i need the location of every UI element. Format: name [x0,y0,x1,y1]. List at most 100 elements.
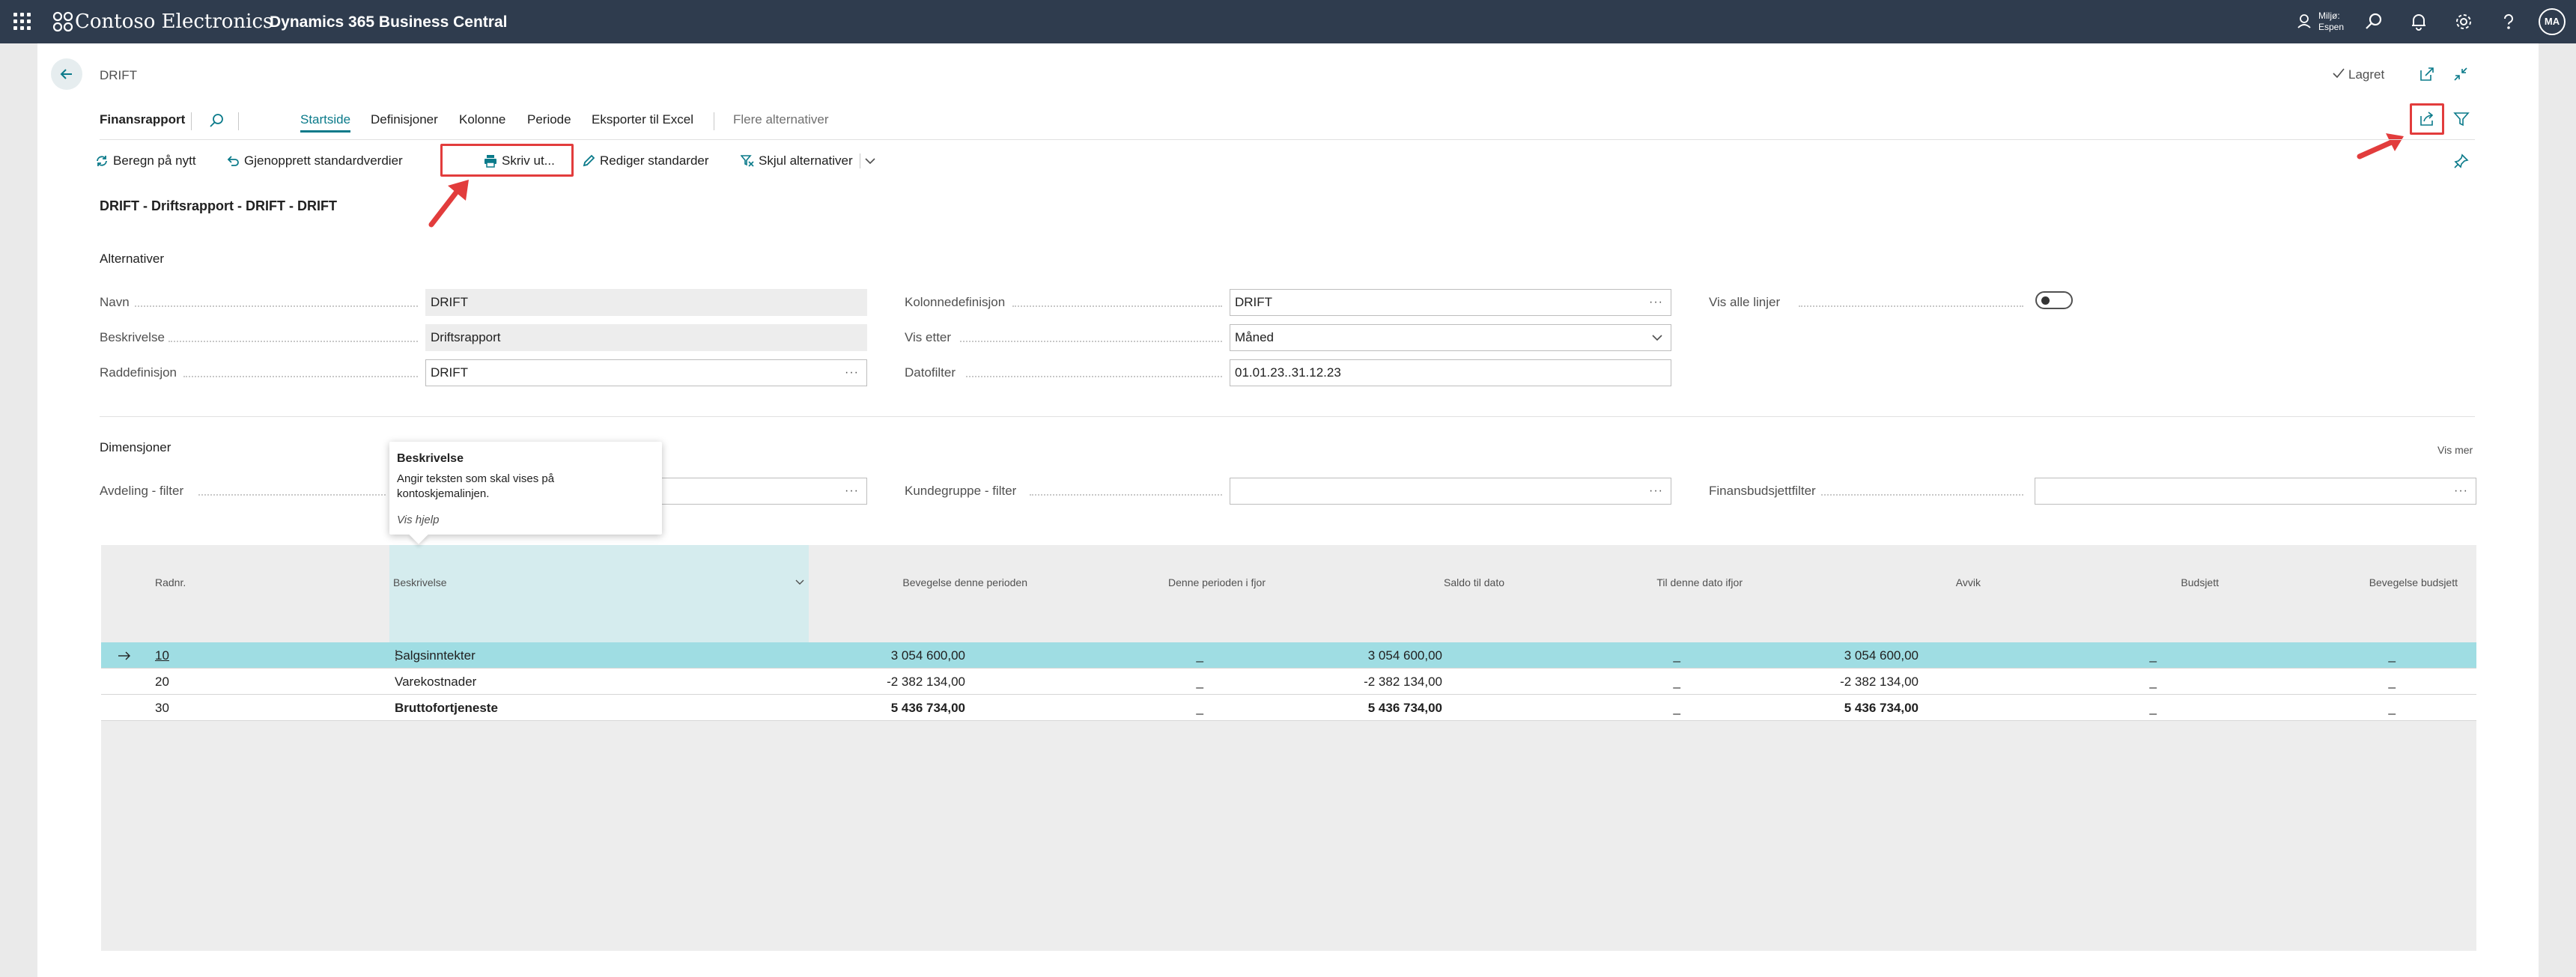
customer-group-filter-field[interactable]: ··· [1230,478,1671,505]
divider [238,112,239,130]
toggle-knob [2041,296,2050,305]
share-icon[interactable] [2419,111,2435,127]
more-icon[interactable]: ··· [845,360,859,386]
company-name[interactable]: Contoso Electronics [75,10,273,33]
bell-icon[interactable] [2408,11,2429,32]
header-budget-movement[interactable]: Bevegelse budsjett [2369,576,2458,588]
more-options-tab[interactable]: Flere alternativer [733,112,829,127]
recalculate-button[interactable]: Beregn på nytt [94,148,196,174]
restore-defaults-button[interactable]: Gjenopprett standardverdier [225,148,403,174]
action-tabs: Finansrapport Startside Definisjoner Kol… [100,112,2496,135]
tooltip-body: Angir teksten som skal vises på kontoskj… [397,472,555,500]
leader-dots [960,341,1222,342]
more-icon[interactable]: ··· [2454,478,2468,504]
row-definition-field[interactable]: DRIFT ··· [425,359,867,386]
avatar[interactable]: MA [2539,8,2566,35]
environment-name: Espen [2318,22,2345,32]
cell-budget-movement: _ [2388,675,2396,689]
header-to-date-last-year[interactable]: Til denne dato ifjor [1656,576,1743,588]
tab-startside[interactable]: Startside [300,112,351,133]
cell-period-last-year: _ [1196,648,1203,663]
open-new-window-icon[interactable] [2419,66,2435,82]
column-definition-field[interactable]: DRIFT ··· [1230,289,1671,316]
name-value: DRIFT [431,295,469,309]
view-by-select[interactable]: Måned [1230,324,1671,351]
view-by-value: Måned [1235,330,1274,344]
help-icon[interactable] [2498,11,2519,32]
undo-icon [227,156,239,166]
leader-dots [168,341,418,342]
more-icon[interactable]: ··· [1649,478,1663,504]
search-icon[interactable] [2363,11,2384,32]
date-filter-field[interactable]: 01.01.23..31.12.23 [1230,359,1671,386]
divider [100,416,2475,417]
filter-icon[interactable] [2453,111,2470,127]
leader-dots [1799,305,2023,307]
chevron-down-icon[interactable] [795,579,804,586]
field-tooltip: Beskrivelse Angir teksten som skal vises… [389,442,662,544]
tab-periode[interactable]: Periode [527,112,571,127]
header-description[interactable]: Beskrivelse [393,576,447,588]
tab-eksporter-til-excel[interactable]: Eksporter til Excel [592,112,693,127]
row-description: Bruttofortjeneste [395,701,498,715]
cell-period-movement: 3 054 600,00 [890,648,965,663]
table-row[interactable]: 30 Bruttofortjeneste 5 436 734,00 _ 5 43… [101,695,2476,721]
date-filter-value: 01.01.23..31.12.23 [1235,365,1341,380]
pencil-icon [583,154,595,167]
leader-dots [966,376,1222,377]
leader-dots [135,305,418,307]
more-icon[interactable]: ··· [845,478,859,504]
row-no-link[interactable]: 10 [155,642,169,669]
description-field[interactable]: Driftsrapport [425,324,867,351]
divider [100,139,2475,140]
header-balance-to-date[interactable]: Saldo til dato [1444,576,1504,588]
header-budget[interactable]: Budsjett [2181,576,2219,588]
app-launcher-icon[interactable] [13,13,31,31]
cell-period-movement: -2 382 134,00 [887,675,965,689]
name-label: Navn [100,295,130,309]
cell-deviation: 3 054 600,00 [1844,648,1919,663]
column-definition-value: DRIFT [1235,295,1273,309]
tooltip-help-link[interactable]: Vis hjelp [397,514,439,526]
arrow-right-icon [118,651,130,660]
name-field[interactable]: DRIFT [425,289,867,316]
hide-options-button[interactable]: Skjul alternativer [739,148,853,174]
back-button[interactable] [51,58,82,90]
budget-filter-field[interactable]: ··· [2035,478,2476,505]
tab-definisjoner[interactable]: Definisjoner [371,112,438,127]
view-by-label: Vis etter [905,330,952,344]
more-icon[interactable]: ··· [1649,290,1663,315]
edit-defaults-button[interactable]: Rediger standarder [580,148,709,174]
pin-icon[interactable] [2453,153,2470,169]
cell-budget-movement: _ [2388,701,2396,715]
header-deviation[interactable]: Avvik [1956,576,1981,588]
page-title: DRIFT - Driftsrapport - DRIFT - DRIFT [100,198,337,213]
row-description: Salgsinntekter [395,648,476,663]
header-row-no[interactable]: Radnr. [155,576,186,588]
cell-deviation: 5 436 734,00 [1844,701,1919,715]
department-filter-label: Avdeling - filter [100,484,184,498]
show-all-lines-toggle[interactable] [2035,291,2073,309]
leader-dots [183,376,418,377]
search-icon[interactable] [208,112,225,129]
collapse-icon[interactable] [2452,66,2469,82]
restore-defaults-label: Gjenopprett standardverdier [244,153,403,168]
header-period-last-year[interactable]: Denne perioden i fjor [1168,576,1266,588]
page-label: Finansrapport [100,112,186,127]
tab-kolonne[interactable]: Kolonne [459,112,505,127]
tooltip-title: Beskrivelse [397,452,464,465]
environment-indicator[interactable]: Miljø: Espen [2296,10,2363,34]
gear-icon[interactable] [2453,11,2474,32]
description-column-header-bg [389,545,809,642]
chevron-down-icon[interactable] [865,157,875,165]
table-row[interactable]: 20 Varekostnader -2 382 134,00 _ -2 382 … [101,669,2476,695]
cell-to-date-last-year: _ [1673,675,1680,689]
row-no: 20 [155,675,169,689]
show-more-link[interactable]: Vis mer [2437,444,2473,456]
cell-period-last-year: _ [1196,675,1203,689]
top-bar: Contoso Electronics Dynamics 365 Busines… [0,0,2576,43]
breadcrumb: DRIFT [100,68,138,82]
header-period-movement[interactable]: Bevegelse denne perioden [902,576,1027,588]
table-row[interactable]: 10 ⋮ Salgsinntekter 3 054 600,00 _ 3 054… [101,642,2476,669]
cell-period-last-year: _ [1196,701,1203,715]
